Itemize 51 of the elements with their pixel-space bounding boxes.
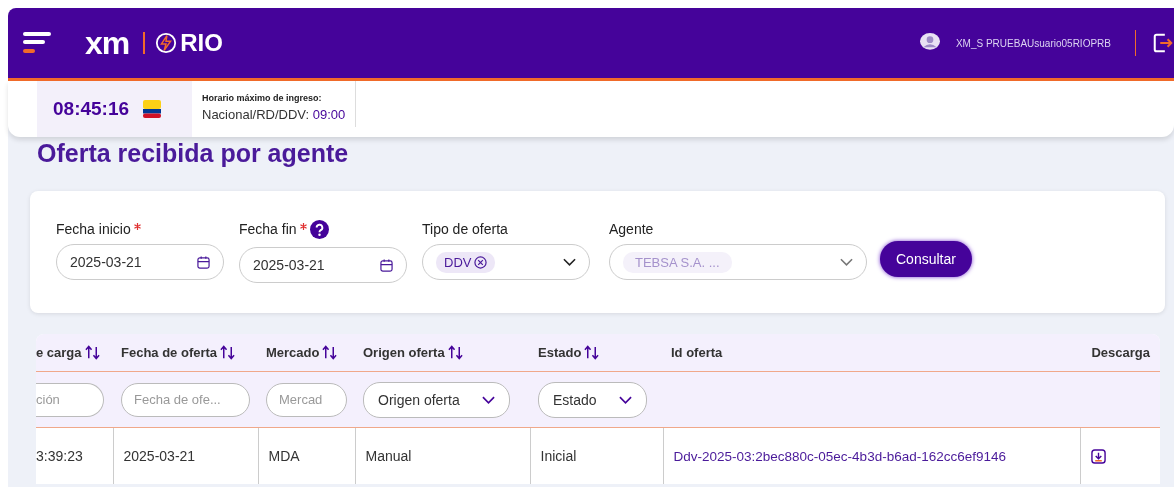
- sort-icon[interactable]: [447, 345, 463, 360]
- sort-icon[interactable]: [322, 345, 338, 360]
- remove-icon[interactable]: [474, 255, 488, 269]
- field-label: Fecha fin: [239, 221, 297, 237]
- download-icon[interactable]: [1090, 449, 1106, 465]
- table-cell: Inicial: [540, 448, 577, 464]
- offer-id-link[interactable]: Ddv-2025-03:2bec880c-05ec-4b3d-b6ad-162cc6ef9146: [673, 449, 1006, 464]
- column-header: Descarga: [1080, 334, 1160, 372]
- column-header: Id oferta: [663, 334, 1080, 372]
- page-title: Oferta recibida por agente: [37, 139, 350, 169]
- table-cell: Manual: [365, 448, 412, 464]
- bolt-icon: [155, 32, 178, 54]
- chevron-down-icon[interactable]: [481, 395, 495, 404]
- calendar-icon[interactable]: [380, 258, 393, 272]
- chip[interactable]: DDV: [436, 251, 496, 273]
- table-cell: MDA: [268, 448, 300, 464]
- required-icon: [133, 222, 141, 230]
- field-label: Tipo de oferta: [422, 221, 508, 237]
- sort-icon[interactable]: [84, 345, 100, 360]
- brand-logo: xm: [85, 24, 130, 62]
- required-icon: [299, 222, 307, 230]
- menu-icon[interactable]: [23, 32, 53, 54]
- app-name: RIO: [180, 29, 223, 57]
- field-label: Agente: [609, 221, 654, 237]
- column-header[interactable]: e carga: [36, 334, 113, 372]
- logout-icon[interactable]: [1152, 31, 1174, 55]
- filter-select[interactable]: Origen oferta: [363, 381, 510, 418]
- chevron-down-icon[interactable]: [618, 395, 632, 404]
- help-icon[interactable]: [309, 219, 329, 239]
- filter-field[interactable]: ción: [36, 382, 104, 417]
- filter-field[interactable]: Mercad: [266, 382, 347, 417]
- field-label: Fecha inicio: [56, 221, 131, 237]
- user-name[interactable]: XM_S PRUEBAUsuario05RIOPRB: [955, 37, 1111, 49]
- column-header[interactable]: Estado: [530, 334, 663, 372]
- sort-icon[interactable]: [584, 345, 600, 360]
- filter-select[interactable]: Estado: [538, 381, 647, 418]
- sort-icon[interactable]: [220, 345, 236, 360]
- column-header[interactable]: Fecha de oferta: [113, 334, 258, 372]
- flag-icon: [143, 100, 162, 118]
- column-header[interactable]: Mercado: [258, 334, 355, 372]
- table-cell: 3:39:23: [36, 448, 83, 464]
- deadline-label: Horario máximo de ingreso:: [202, 93, 323, 103]
- deadline-text: Nacional/RD/DDV: 09:00: [202, 107, 346, 122]
- chevron-down-icon[interactable]: [563, 258, 576, 266]
- consult-button[interactable]: Consultar: [880, 241, 972, 277]
- clock-time: 08:45:16: [53, 98, 130, 120]
- calendar-icon[interactable]: [197, 255, 210, 269]
- avatar-icon: [917, 33, 942, 53]
- filter-field[interactable]: Fecha de ofe...: [121, 382, 250, 417]
- column-header[interactable]: Origen oferta: [355, 334, 530, 372]
- table-cell: 2025-03-21: [123, 448, 196, 464]
